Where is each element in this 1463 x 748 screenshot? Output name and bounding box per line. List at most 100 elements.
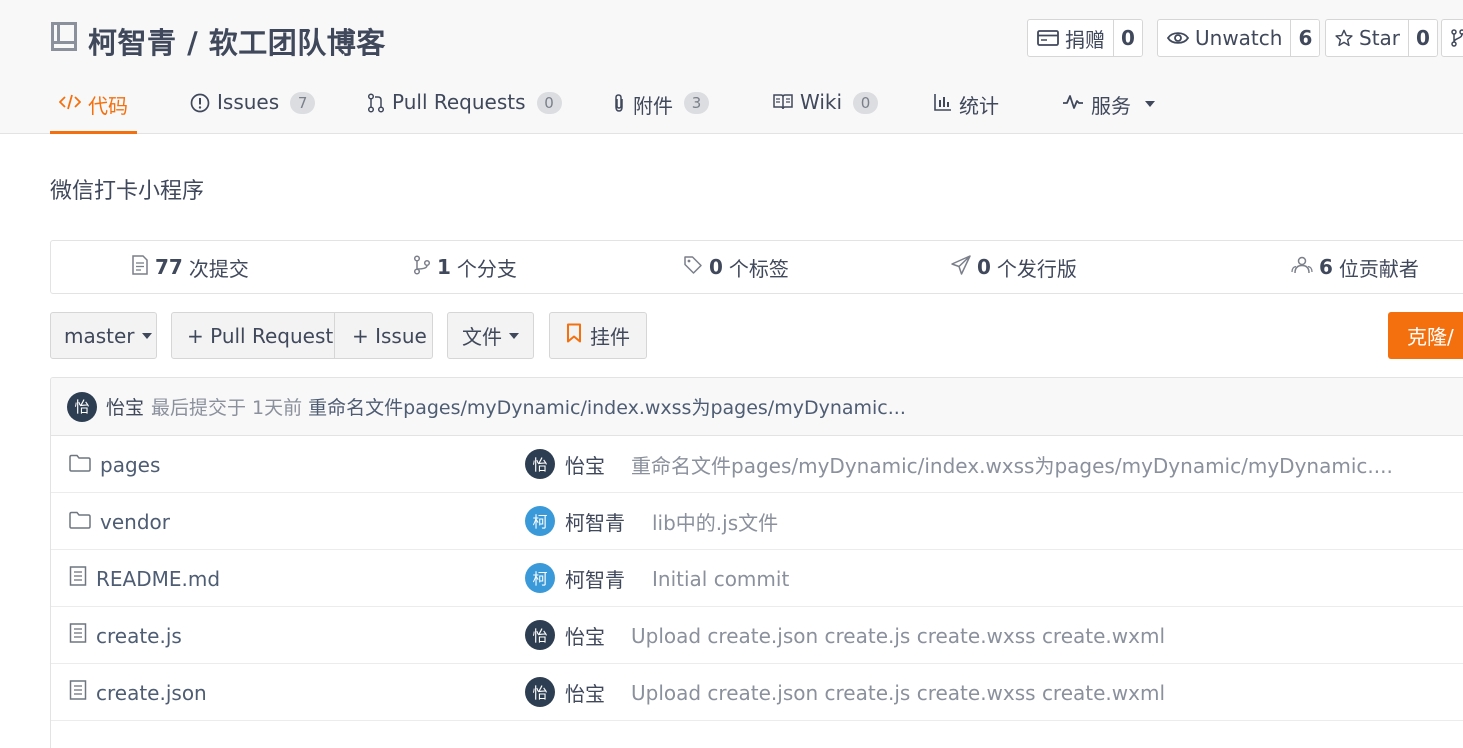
file-name-cell[interactable]: vendor [69,493,170,550]
tab-stats[interactable]: 统计 [934,84,999,134]
files-dropdown-label: 文件 [462,325,502,349]
repo-description: 微信打卡小程序 [50,179,205,204]
star-label: Star [1359,26,1401,50]
widget-label: 挂件 [590,325,630,349]
file-icon [69,566,87,591]
unwatch-button[interactable]: Unwatch 6 [1157,19,1321,57]
tab-code-label: 代码 [88,94,128,118]
file-name-cell[interactable]: create.json [69,664,207,721]
commit-message[interactable]: 重命名文件pages/myDynamic/index.wxss为pages/my… [631,436,1393,493]
stat-contributors[interactable]: 6 位贡献者 [1291,241,1419,293]
branch-selector[interactable]: master [50,312,157,359]
tab-pull-requests-label: Pull Requests [392,90,526,114]
stat-releases-count: 0 [977,255,991,279]
tab-services[interactable]: 服务 [1062,84,1155,134]
file-name[interactable]: create.json [96,681,207,705]
commit-author[interactable]: 怡宝 [565,664,605,721]
stat-releases[interactable]: 0 个发行版 [951,241,1077,293]
stat-tags[interactable]: 0 个标签 [683,241,789,293]
chevron-down-icon [509,332,519,339]
stat-releases-label: 个发行版 [996,256,1077,281]
commit-history-icon [131,254,149,280]
file-row[interactable]: pages 怡 怡宝 重命名文件pages/myDynamic/index.wx… [51,436,1463,493]
folder-icon [69,510,91,534]
contributors-icon [1291,255,1313,280]
stat-contributors-count: 6 [1319,255,1333,279]
last-commit-author[interactable]: 怡宝 [106,393,144,420]
file-row[interactable]: create.js 怡 怡宝 Upload create.json create… [51,607,1463,664]
file-name[interactable]: create.js [96,624,182,648]
star-button[interactable]: Star 0 [1325,19,1438,57]
file-name-cell[interactable]: README.md [69,550,220,607]
commit-message[interactable]: Initial commit [652,550,789,607]
stat-commits[interactable]: 77 次提交 [131,241,249,293]
commit-author[interactable]: 怡宝 [565,436,605,493]
clone-download-button[interactable]: 克隆/ [1388,312,1463,359]
last-commit-time: 最后提交于 1天前 [151,397,303,419]
tab-services-label: 服务 [1091,94,1131,118]
tab-attachments-badge: 3 [684,92,709,114]
commit-author[interactable]: 柯智青 [565,493,625,550]
commit-message[interactable]: lib中的.js文件 [652,493,778,550]
branch-icon [413,254,431,280]
file-list: 怡 怡宝 最后提交于 1天前 重命名文件pages/myDynamic/inde… [50,377,1463,748]
tab-wiki[interactable]: Wiki 0 [773,84,879,134]
folder-icon [69,453,91,477]
file-name[interactable]: README.md [96,567,220,591]
tab-issues-badge: 7 [290,92,316,114]
new-issue-button[interactable]: + Issue [334,312,433,359]
commit-message[interactable]: Upload create.json create.js create.wxss… [631,607,1165,664]
book-icon [773,90,793,116]
last-commit-message[interactable]: 重命名文件pages/myDynamic/index.wxss为pages/my… [308,393,906,420]
tab-attachments[interactable]: 附件 3 [612,84,709,134]
bar-chart-icon [934,90,952,116]
stat-tags-label: 个标签 [728,256,789,281]
stat-branches-count: 1 [437,255,451,279]
chevron-down-icon [141,332,152,339]
paperclip-icon [612,90,626,118]
commit-author[interactable]: 柯智青 [565,550,625,607]
avatar[interactable]: 柯 [525,563,555,593]
widget-button[interactable]: 挂件 [549,312,647,359]
avatar[interactable]: 怡 [525,620,555,650]
file-name[interactable]: vendor [100,510,170,534]
stat-branches-label: 个分支 [456,256,517,281]
commit-author[interactable]: 怡宝 [565,607,605,664]
issue-icon [190,90,210,118]
avatar[interactable]: 怡 [525,677,555,707]
file-icon [69,623,87,648]
code-icon [58,90,82,116]
file-name-cell[interactable]: create.js [69,607,182,664]
tab-pull-requests[interactable]: Pull Requests 0 [367,84,562,134]
stat-contributors-label: 位贡献者 [1338,256,1419,281]
commit-message[interactable]: Upload create.json create.js create.wxss… [631,664,1165,721]
tag-icon [683,255,703,280]
donate-button[interactable]: 捐赠 0 [1027,19,1143,57]
star-icon [1335,29,1353,47]
tab-code[interactable]: 代码 [50,84,137,134]
file-row[interactable]: create.json 怡 怡宝 Upload create.json crea… [51,664,1463,721]
tab-pull-requests-badge: 0 [536,92,562,114]
file-name[interactable]: pages [100,453,160,477]
repo-header: 柯智青 / 软工团队博客 捐赠 0 Unwatch 6 Star 0 代码 Is… [0,0,1463,134]
avatar[interactable]: 怡 [525,449,555,479]
files-dropdown[interactable]: 文件 [447,312,534,359]
stat-commits-count: 77 [155,255,183,279]
tab-issues[interactable]: Issues 7 [190,84,316,134]
tab-issues-label: Issues [217,90,280,114]
file-row[interactable]: README.md 柯 柯智青 Initial commit [51,550,1463,607]
pull-request-icon [367,90,385,118]
donate-label: 捐赠 [1065,27,1105,52]
new-pull-request-button[interactable]: + Pull Request [171,312,335,359]
avatar[interactable]: 柯 [525,506,555,536]
repo-title[interactable]: 柯智青 / 软工团队博客 [88,20,386,62]
avatar[interactable]: 怡 [67,391,97,422]
watch-count: 6 [1290,20,1320,56]
file-row[interactable]: vendor 柯 柯智青 lib中的.js文件 [51,493,1463,550]
donate-count: 0 [1113,20,1142,56]
fork-button[interactable] [1441,19,1463,57]
star-count: 0 [1408,20,1437,56]
stat-branches[interactable]: 1 个分支 [413,241,517,293]
file-name-cell[interactable]: pages [69,436,160,493]
tab-stats-label: 统计 [959,94,999,118]
